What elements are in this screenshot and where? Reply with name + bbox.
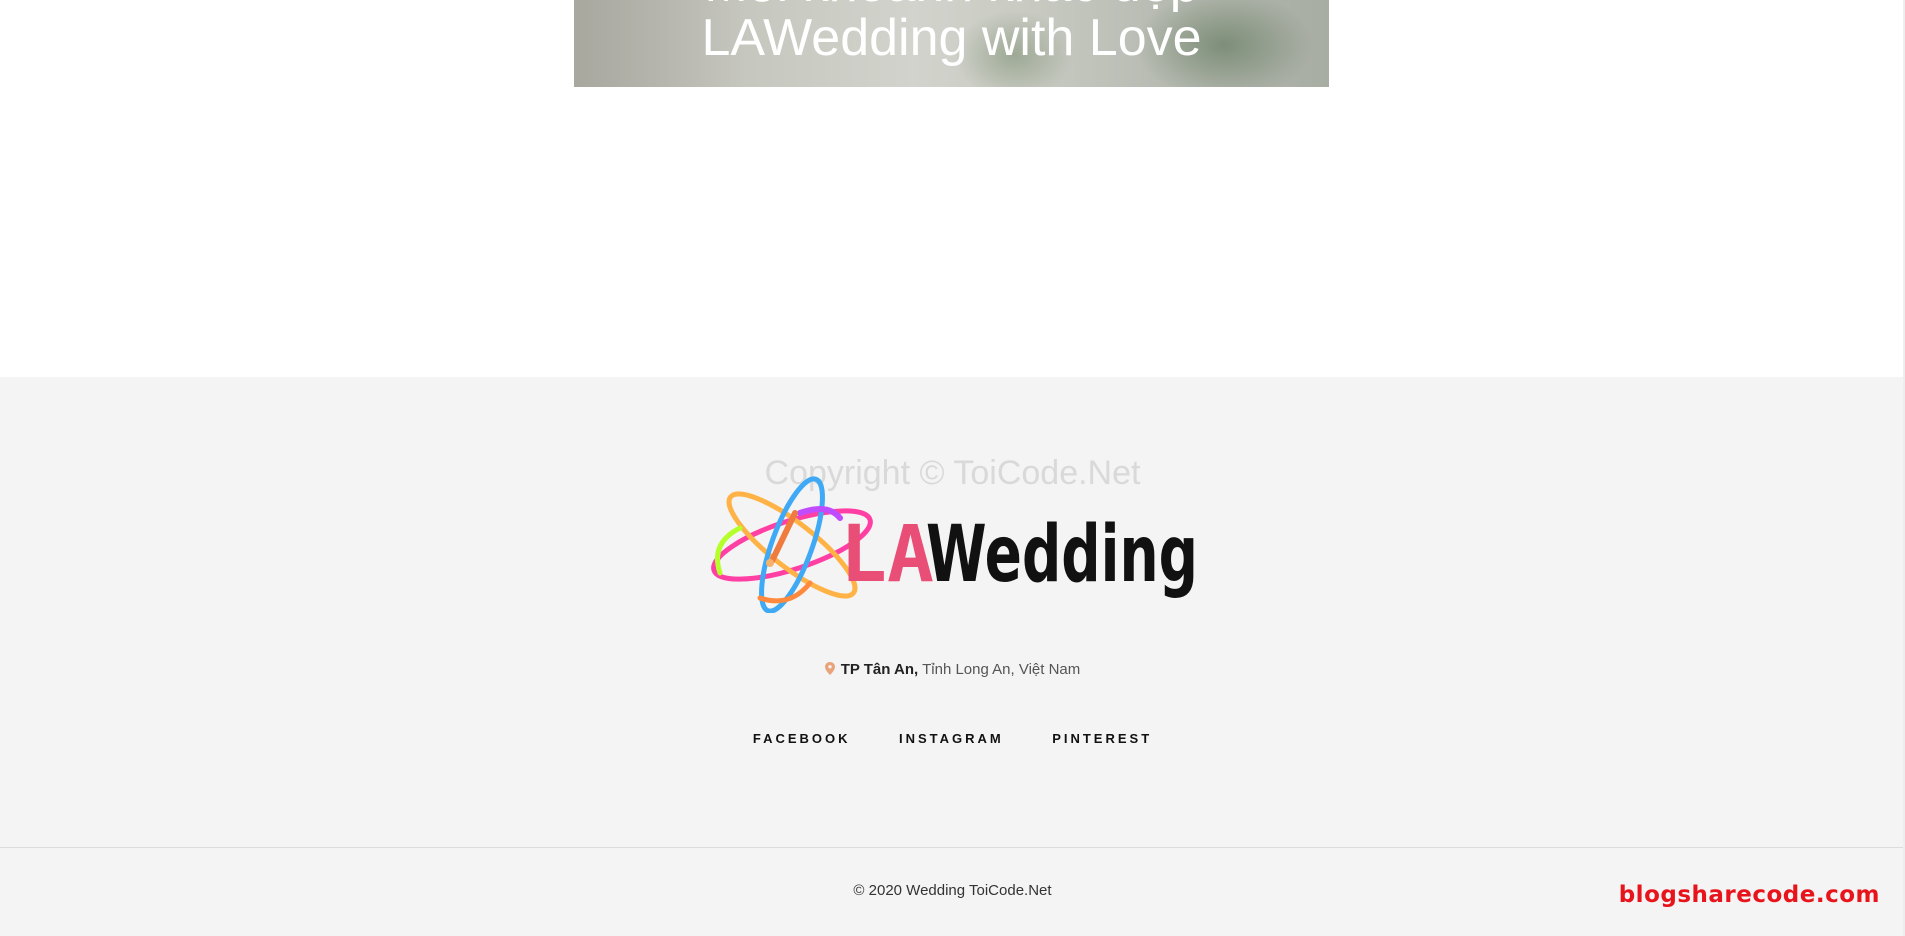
hero-banner: Mỗi khoảnh khắc đẹp LAWedding with Love bbox=[574, 0, 1329, 87]
pinterest-link[interactable]: PINTEREST bbox=[1052, 731, 1152, 746]
hero-title: LAWedding with Love bbox=[701, 9, 1202, 67]
map-pin-icon bbox=[824, 662, 835, 675]
logo-la-text: LA bbox=[840, 510, 934, 600]
address-rest: Tỉnh Long An, Việt Nam bbox=[918, 661, 1081, 678]
logo-wedding-text: Wedding bbox=[926, 510, 1198, 600]
address-city: TP Tân An, bbox=[840, 661, 919, 678]
facebook-link[interactable]: FACEBOOK bbox=[753, 731, 851, 746]
lawedding-logo[interactable]: LA Wedding bbox=[700, 473, 1205, 613]
bottom-bar: © 2020 Wedding ToiCode.Net blogsharecode… bbox=[0, 848, 1905, 936]
footer: Copyright © ToiCode.Net LA Wedding TP Tâ… bbox=[0, 377, 1905, 847]
instagram-link[interactable]: INSTAGRAM bbox=[899, 731, 1004, 746]
social-links: FACEBOOK INSTAGRAM PINTEREST bbox=[0, 730, 1905, 748]
content-section: Mỗi khoảnh khắc đẹp LAWedding with Love bbox=[0, 0, 1905, 377]
site-watermark: blogsharecode.com bbox=[1618, 882, 1880, 908]
footer-address: TP Tân An, Tỉnh Long An, Việt Nam bbox=[0, 661, 1905, 678]
